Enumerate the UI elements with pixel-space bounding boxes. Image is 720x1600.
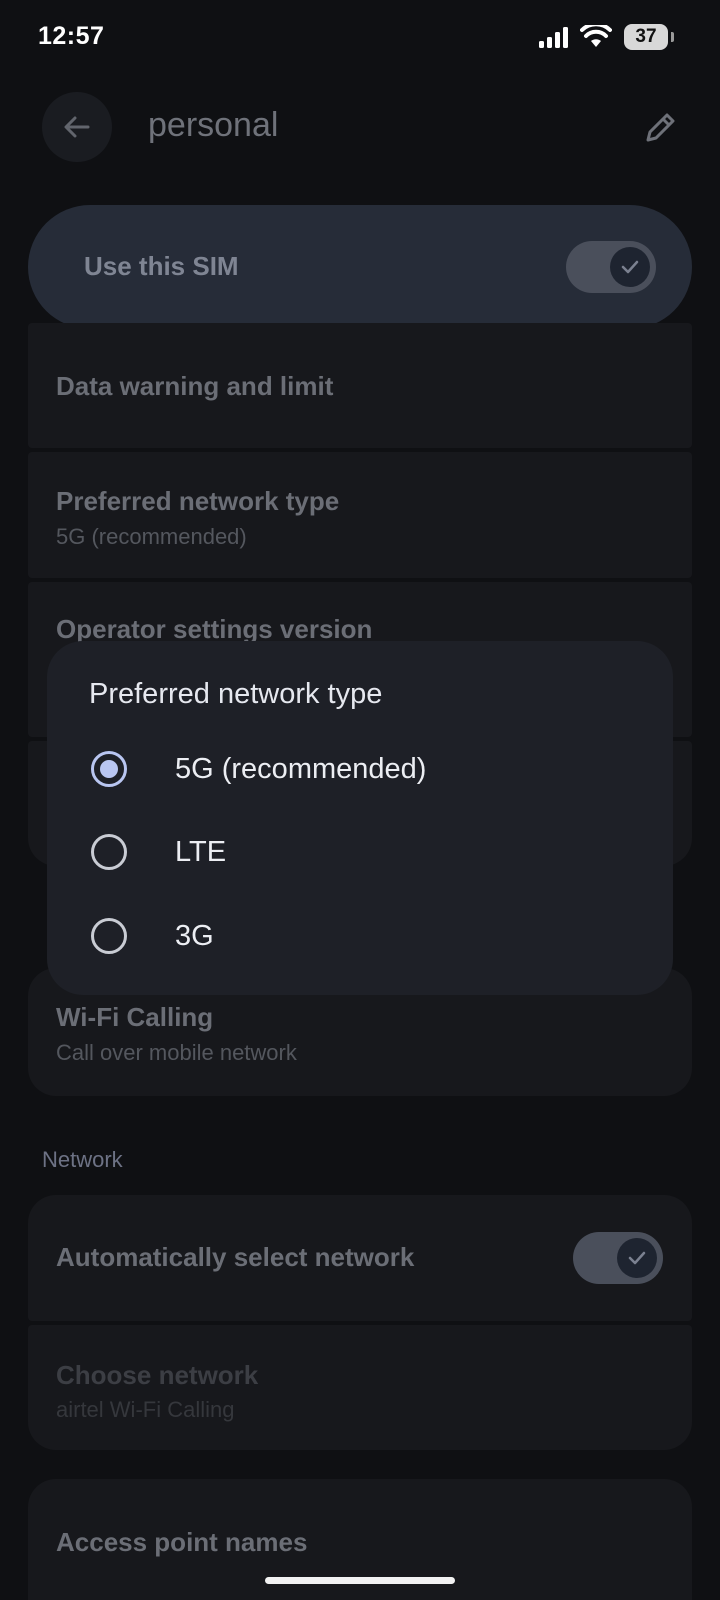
option-label: 5G (recommended) [175,753,427,785]
option-lte[interactable]: LTE [47,814,673,894]
option-3g[interactable]: 3G [47,898,673,978]
home-indicator[interactable] [265,1577,455,1584]
option-label: LTE [175,836,227,868]
network-type-dialog: Preferred network type 5G (recommended) … [47,641,673,995]
dialog-title: Preferred network type [89,678,383,710]
radio-selected-icon[interactable] [91,751,127,787]
radio-unselected-icon[interactable] [91,918,127,954]
option-5g[interactable]: 5G (recommended) [47,731,673,811]
radio-unselected-icon[interactable] [91,834,127,870]
option-label: 3G [175,920,214,952]
